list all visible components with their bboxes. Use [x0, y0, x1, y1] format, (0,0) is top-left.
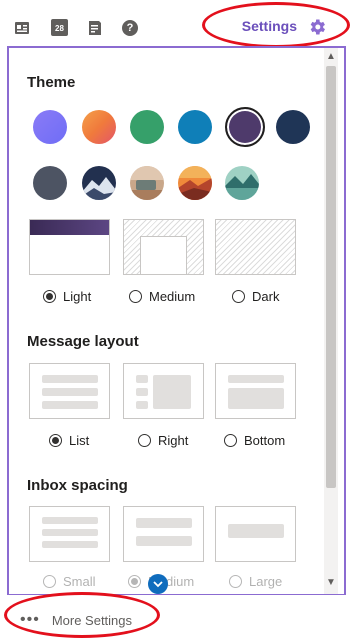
radio-large[interactable] — [229, 575, 242, 588]
more-settings-label: More Settings — [51, 612, 133, 628]
sunset-swatch[interactable] — [178, 166, 212, 200]
layout-list-radio[interactable]: List — [49, 433, 89, 448]
layout-right-radio[interactable]: Right — [138, 433, 188, 448]
radio-medium[interactable] — [129, 290, 142, 303]
light-mode-preview[interactable] — [29, 219, 110, 275]
light-label: Light — [63, 289, 92, 304]
scroll-up-icon[interactable]: ▲ — [324, 50, 338, 64]
dark-mode-preview[interactable] — [215, 219, 296, 275]
chevron-down-icon — [153, 581, 163, 588]
radio-right[interactable] — [138, 434, 151, 447]
large-label: Large — [249, 574, 283, 589]
list-label: List — [69, 433, 90, 448]
dark-grey-swatch[interactable] — [33, 166, 67, 200]
radio-light[interactable] — [43, 290, 56, 303]
inbox-spacing-heading: Inbox spacing — [27, 477, 128, 494]
medium-mode-preview[interactable] — [123, 219, 204, 275]
spacing-large-radio[interactable]: Large — [229, 574, 282, 589]
panel-bottom-border — [7, 594, 346, 595]
dark-label: Dark — [252, 289, 280, 304]
bottom-label: Bottom — [244, 433, 286, 448]
notes-icon[interactable] — [87, 20, 103, 36]
right-label: Right — [158, 433, 189, 448]
lake-swatch[interactable] — [225, 166, 259, 200]
theme-swatch-green[interactable] — [130, 110, 164, 144]
theme-swatch-blue[interactable] — [33, 110, 67, 144]
theme-heading: Theme — [27, 74, 76, 91]
small-label: Small — [63, 574, 96, 589]
help-icon[interactable]: ? — [122, 20, 138, 36]
layout-list-preview[interactable] — [29, 363, 110, 419]
layout-right-preview[interactable] — [123, 363, 204, 419]
medium-mode-radio[interactable]: Medium — [129, 289, 195, 304]
theme-swatch-orange[interactable] — [82, 110, 116, 144]
settings-panel: Theme Light Medium Dark Message layout L… — [7, 46, 346, 594]
theme-swatch-purple[interactable] — [225, 107, 265, 147]
calendar-day: 28 — [55, 24, 64, 33]
spacing-small-radio[interactable]: Small — [43, 574, 96, 589]
layout-bottom-radio[interactable]: Bottom — [224, 433, 285, 448]
radio-dark[interactable] — [232, 290, 245, 303]
gear-icon[interactable] — [307, 17, 327, 37]
help-glyph: ? — [126, 22, 134, 34]
spacing-medium-preview[interactable] — [123, 506, 204, 562]
spacing-large-preview[interactable] — [215, 506, 296, 562]
dark-mode-radio[interactable]: Dark — [232, 289, 279, 304]
settings-link[interactable]: Settings — [242, 18, 297, 34]
more-dots-icon: ••• — [20, 611, 40, 628]
contact-card-icon[interactable] — [14, 20, 30, 36]
message-layout-heading: Message layout — [27, 333, 139, 350]
mountain-swatch[interactable] — [82, 166, 116, 200]
radio-list[interactable] — [49, 434, 62, 447]
scroll-thumb[interactable] — [326, 66, 336, 488]
medium-label: Medium — [149, 289, 196, 304]
scroll-down-icon[interactable]: ▼ — [324, 576, 338, 590]
radio-bottom[interactable] — [224, 434, 237, 447]
scroll-down-button[interactable] — [148, 574, 168, 594]
more-settings-link[interactable]: ••• More Settings — [20, 611, 132, 629]
layout-bottom-preview[interactable] — [215, 363, 296, 419]
theme-swatch-navy[interactable] — [276, 110, 310, 144]
desert-swatch[interactable] — [130, 166, 164, 200]
light-mode-radio[interactable]: Light — [43, 289, 91, 304]
radio-medium-spacing[interactable] — [128, 575, 141, 588]
panel-scrollbar[interactable]: ▲ ▼ — [324, 48, 338, 594]
spacing-small-preview[interactable] — [29, 506, 110, 562]
theme-swatch-teal[interactable] — [178, 110, 212, 144]
radio-small[interactable] — [43, 575, 56, 588]
calendar-icon[interactable]: 28 — [51, 19, 68, 36]
